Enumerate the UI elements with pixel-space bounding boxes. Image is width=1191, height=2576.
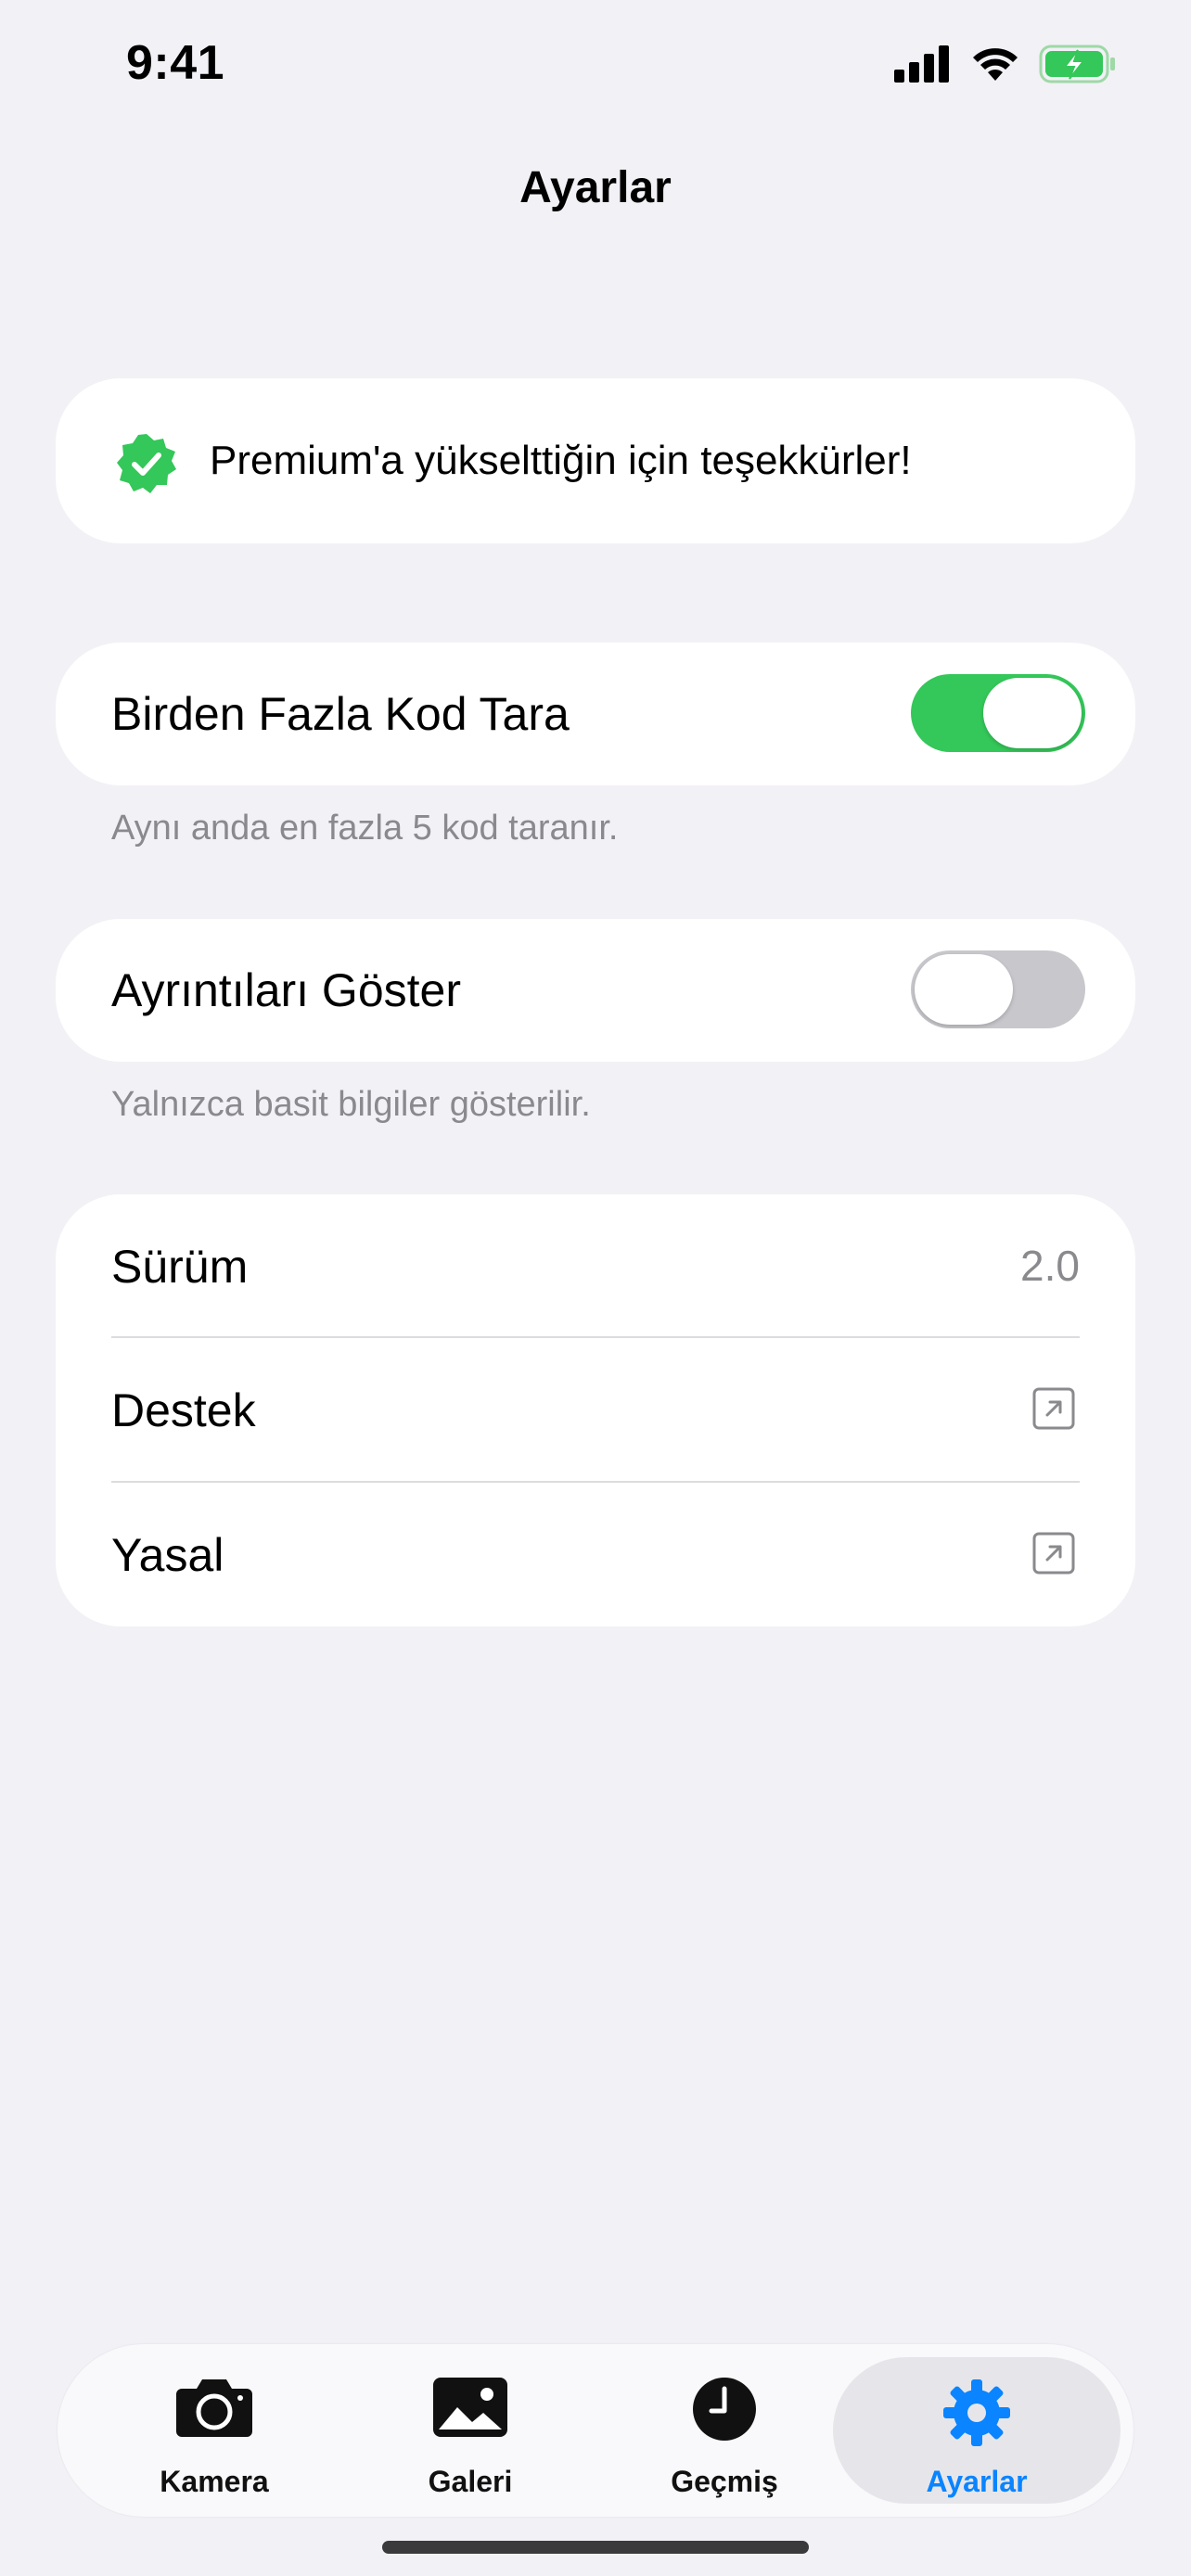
show-details-row: Ayrıntıları Göster	[56, 919, 1135, 1062]
clock-icon	[693, 2378, 756, 2441]
status-bar: 9:41	[0, 0, 1191, 139]
verified-badge-icon	[117, 434, 176, 493]
battery-charging-icon	[1039, 45, 1115, 83]
tab-label: Ayarlar	[926, 2465, 1028, 2498]
legal-row[interactable]: Yasal	[56, 1483, 1135, 1627]
external-link-icon	[1032, 1387, 1075, 1430]
support-label: Destek	[111, 1384, 256, 1436]
photo-icon	[433, 2378, 507, 2437]
show-details-footnote: Yalnızca basit bilgiler gösterilir.	[111, 1085, 591, 1124]
premium-message: Premium'a yükselttiğin için teşekkürler!	[210, 438, 912, 483]
support-row[interactable]: Destek	[56, 1338, 1135, 1483]
wifi-icon	[973, 48, 1018, 81]
legal-label: Yasal	[111, 1529, 224, 1581]
external-link-icon	[1032, 1532, 1075, 1575]
toggle-knob	[915, 954, 1013, 1025]
status-time: 9:41	[126, 36, 225, 90]
cellular-signal-icon	[894, 45, 949, 83]
multi-scan-row: Birden Fazla Kod Tara	[56, 643, 1135, 785]
page-title: Ayarlar	[519, 163, 672, 212]
tab-galeri[interactable]: Galeri	[336, 2344, 605, 2517]
tab-bar: Kamera Galeri Geçmiş Ayarlar	[58, 2344, 1133, 2517]
version-value: 2.0	[1020, 1242, 1080, 1290]
multi-scan-label: Birden Fazla Kod Tara	[111, 688, 570, 740]
premium-banner: Premium'a yükselttiğin için teşekkürler!	[56, 378, 1135, 543]
info-list: Sürüm 2.0 Destek Yasal	[56, 1194, 1135, 1626]
show-details-toggle[interactable]	[911, 950, 1085, 1028]
toggle-knob	[983, 678, 1082, 748]
camera-icon	[176, 2379, 252, 2437]
show-details-label: Ayrıntıları Göster	[111, 964, 461, 1016]
multi-scan-toggle[interactable]	[911, 674, 1085, 752]
status-icons	[894, 45, 1117, 83]
multi-scan-footnote: Aynı anda en fazla 5 kod taranır.	[111, 809, 619, 848]
tab-label: Kamera	[160, 2465, 269, 2498]
tab-label: Galeri	[428, 2465, 513, 2498]
version-row: Sürüm 2.0	[56, 1194, 1135, 1339]
tab-kamera[interactable]: Kamera	[80, 2344, 349, 2517]
version-label: Sürüm	[111, 1241, 249, 1293]
home-indicator[interactable]	[382, 2541, 809, 2554]
gear-icon	[943, 2379, 1010, 2446]
tab-label: Geçmiş	[671, 2465, 778, 2498]
tab-ayarlar[interactable]: Ayarlar	[833, 2357, 1121, 2504]
tab-gecmis[interactable]: Geçmiş	[590, 2344, 859, 2517]
